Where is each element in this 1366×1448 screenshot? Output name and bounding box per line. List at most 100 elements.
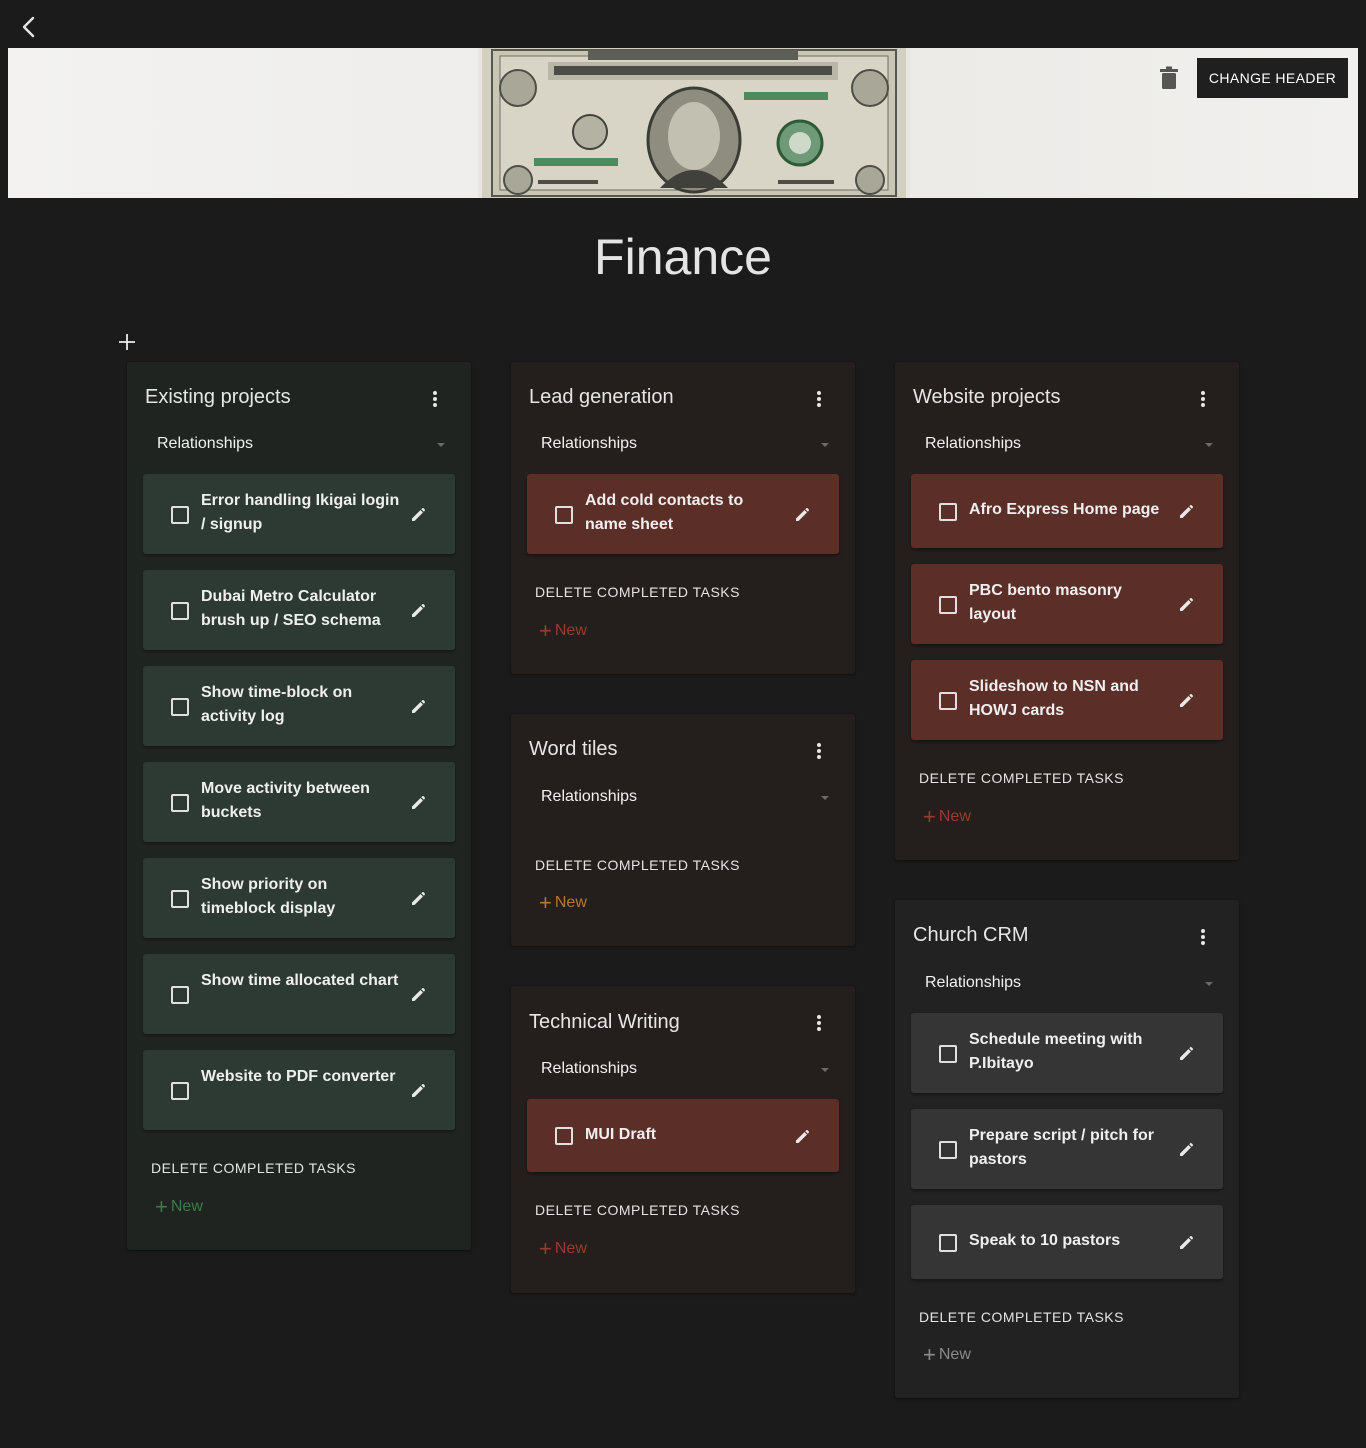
trash-icon[interactable] <box>1158 66 1180 90</box>
add-board-icon[interactable] <box>116 331 138 353</box>
delete-completed-button[interactable]: DELETE COMPLETED TASKS <box>151 1160 356 1176</box>
task-card: Prepare script / pitch for pastors <box>911 1109 1223 1189</box>
task-card: Show priority on timeblock display <box>143 858 455 938</box>
relationships-select[interactable]: Relationships <box>925 971 1213 999</box>
back-arrow-icon[interactable] <box>16 14 42 40</box>
relationships-select[interactable]: Relationships <box>925 432 1213 460</box>
task-checkbox[interactable] <box>939 1234 957 1252</box>
new-task-button[interactable]: + New <box>539 1236 587 1261</box>
task-label: PBC bento masonry layout <box>969 582 1122 623</box>
edit-pencil-icon[interactable] <box>1177 1139 1197 1159</box>
more-vert-icon[interactable] <box>1195 389 1211 409</box>
task-label: MUI Draft <box>585 1126 657 1143</box>
task-checkbox[interactable] <box>939 692 957 710</box>
top-bar <box>0 0 1366 48</box>
relationships-select-value: Relationships <box>157 435 254 452</box>
change-header-button[interactable]: CHANGE HEADER <box>1197 58 1348 98</box>
new-task-label: New <box>938 1346 971 1363</box>
delete-completed-button[interactable]: DELETE COMPLETED TASKS <box>535 857 740 873</box>
dollar-bill-image <box>478 48 910 198</box>
task-checkbox[interactable] <box>555 1127 573 1145</box>
edit-pencil-icon[interactable] <box>409 792 429 812</box>
task-checkbox[interactable] <box>939 596 957 614</box>
edit-pencil-icon[interactable] <box>409 504 429 524</box>
task-checkbox[interactable] <box>555 506 573 524</box>
relationships-select-value: Relationships <box>925 974 1022 991</box>
task-label: Speak to 10 pastors <box>969 1232 1121 1249</box>
edit-pencil-icon[interactable] <box>1177 1043 1197 1063</box>
more-vert-icon[interactable] <box>811 741 827 761</box>
edit-pencil-icon[interactable] <box>409 696 429 716</box>
task-checkbox[interactable] <box>171 698 189 716</box>
task-checkbox[interactable] <box>171 986 189 1004</box>
task-checkbox[interactable] <box>171 794 189 812</box>
task-label: Dubai Metro Calculator brush up / SEO sc… <box>201 588 381 629</box>
task-card: Dubai Metro Calculator brush up / SEO sc… <box>143 570 455 650</box>
edit-pencil-icon[interactable] <box>409 600 429 620</box>
plus-icon: + <box>539 1236 552 1261</box>
delete-completed-button[interactable]: DELETE COMPLETED TASKS <box>919 1309 1124 1325</box>
chevron-down-icon <box>821 1068 829 1072</box>
edit-pencil-icon[interactable] <box>1177 501 1197 521</box>
edit-pencil-icon[interactable] <box>1177 690 1197 710</box>
plus-icon: + <box>923 1342 936 1367</box>
new-task-label: New <box>554 622 587 639</box>
task-checkbox[interactable] <box>939 503 957 521</box>
chevron-down-icon <box>1205 982 1213 986</box>
new-task-label: New <box>938 808 971 825</box>
task-card: Show time allocated chart <box>143 954 455 1034</box>
more-vert-icon[interactable] <box>1195 927 1211 947</box>
more-vert-icon[interactable] <box>427 389 443 409</box>
task-card: Error handling Ikigai login / signup <box>143 474 455 554</box>
header-image: CHANGE HEADER <box>8 48 1358 198</box>
edit-pencil-icon[interactable] <box>409 984 429 1004</box>
task-label: Error handling Ikigai login / signup <box>201 492 400 533</box>
board-title: Word tiles <box>529 738 618 760</box>
delete-completed-button[interactable]: DELETE COMPLETED TASKS <box>919 770 1124 786</box>
edit-pencil-icon[interactable] <box>409 888 429 908</box>
chevron-down-icon <box>437 443 445 447</box>
task-card: Slideshow to NSN and HOWJ cards <box>911 660 1223 740</box>
edit-pencil-icon[interactable] <box>1177 1232 1197 1252</box>
more-vert-icon[interactable] <box>811 1013 827 1033</box>
relationships-select[interactable]: Relationships <box>541 432 829 460</box>
relationships-select[interactable]: Relationships <box>157 432 445 460</box>
new-task-button[interactable]: + New <box>539 620 587 642</box>
board-title: Technical Writing <box>529 1011 680 1033</box>
delete-completed-button[interactable]: DELETE COMPLETED TASKS <box>535 584 740 600</box>
task-label: Prepare script / pitch for pastors <box>969 1127 1154 1168</box>
task-checkbox[interactable] <box>171 890 189 908</box>
new-task-button[interactable]: + New <box>923 1342 971 1367</box>
plus-icon: + <box>155 1194 168 1219</box>
board-title: Website projects <box>913 386 1061 408</box>
board-word-tiles: Word tiles Relationships DELETE COMPLETE… <box>511 714 855 946</box>
board-title: Existing projects <box>145 386 291 408</box>
task-card: Show time-block on activity log <box>143 666 455 746</box>
delete-completed-button[interactable]: DELETE COMPLETED TASKS <box>535 1202 740 1218</box>
plus-icon: + <box>539 890 552 915</box>
new-task-button[interactable]: + New <box>923 804 971 829</box>
new-task-button[interactable]: + New <box>155 1194 203 1219</box>
chevron-down-icon <box>821 796 829 800</box>
task-card: MUI Draft <box>527 1099 839 1172</box>
task-label: Show priority on timeblock display <box>201 876 336 917</box>
task-checkbox[interactable] <box>171 506 189 524</box>
new-task-button[interactable]: + New <box>539 890 587 915</box>
task-checkbox[interactable] <box>171 1082 189 1100</box>
edit-pencil-icon[interactable] <box>1177 594 1197 614</box>
relationships-select[interactable]: Relationships <box>541 1057 829 1085</box>
chevron-down-icon <box>1205 443 1213 447</box>
relationships-select[interactable]: Relationships <box>541 785 829 813</box>
edit-pencil-icon[interactable] <box>409 1080 429 1100</box>
more-vert-icon[interactable] <box>811 389 827 409</box>
plus-icon: + <box>923 804 936 829</box>
edit-pencil-icon[interactable] <box>793 504 813 524</box>
task-checkbox[interactable] <box>939 1141 957 1159</box>
task-checkbox[interactable] <box>171 602 189 620</box>
chevron-down-icon <box>821 443 829 447</box>
relationships-select-value: Relationships <box>541 1060 638 1077</box>
task-checkbox[interactable] <box>939 1045 957 1063</box>
relationships-select-value: Relationships <box>541 788 638 805</box>
board-website-projects: Website projects Relationships Afro Expr… <box>895 362 1239 860</box>
edit-pencil-icon[interactable] <box>793 1126 813 1146</box>
